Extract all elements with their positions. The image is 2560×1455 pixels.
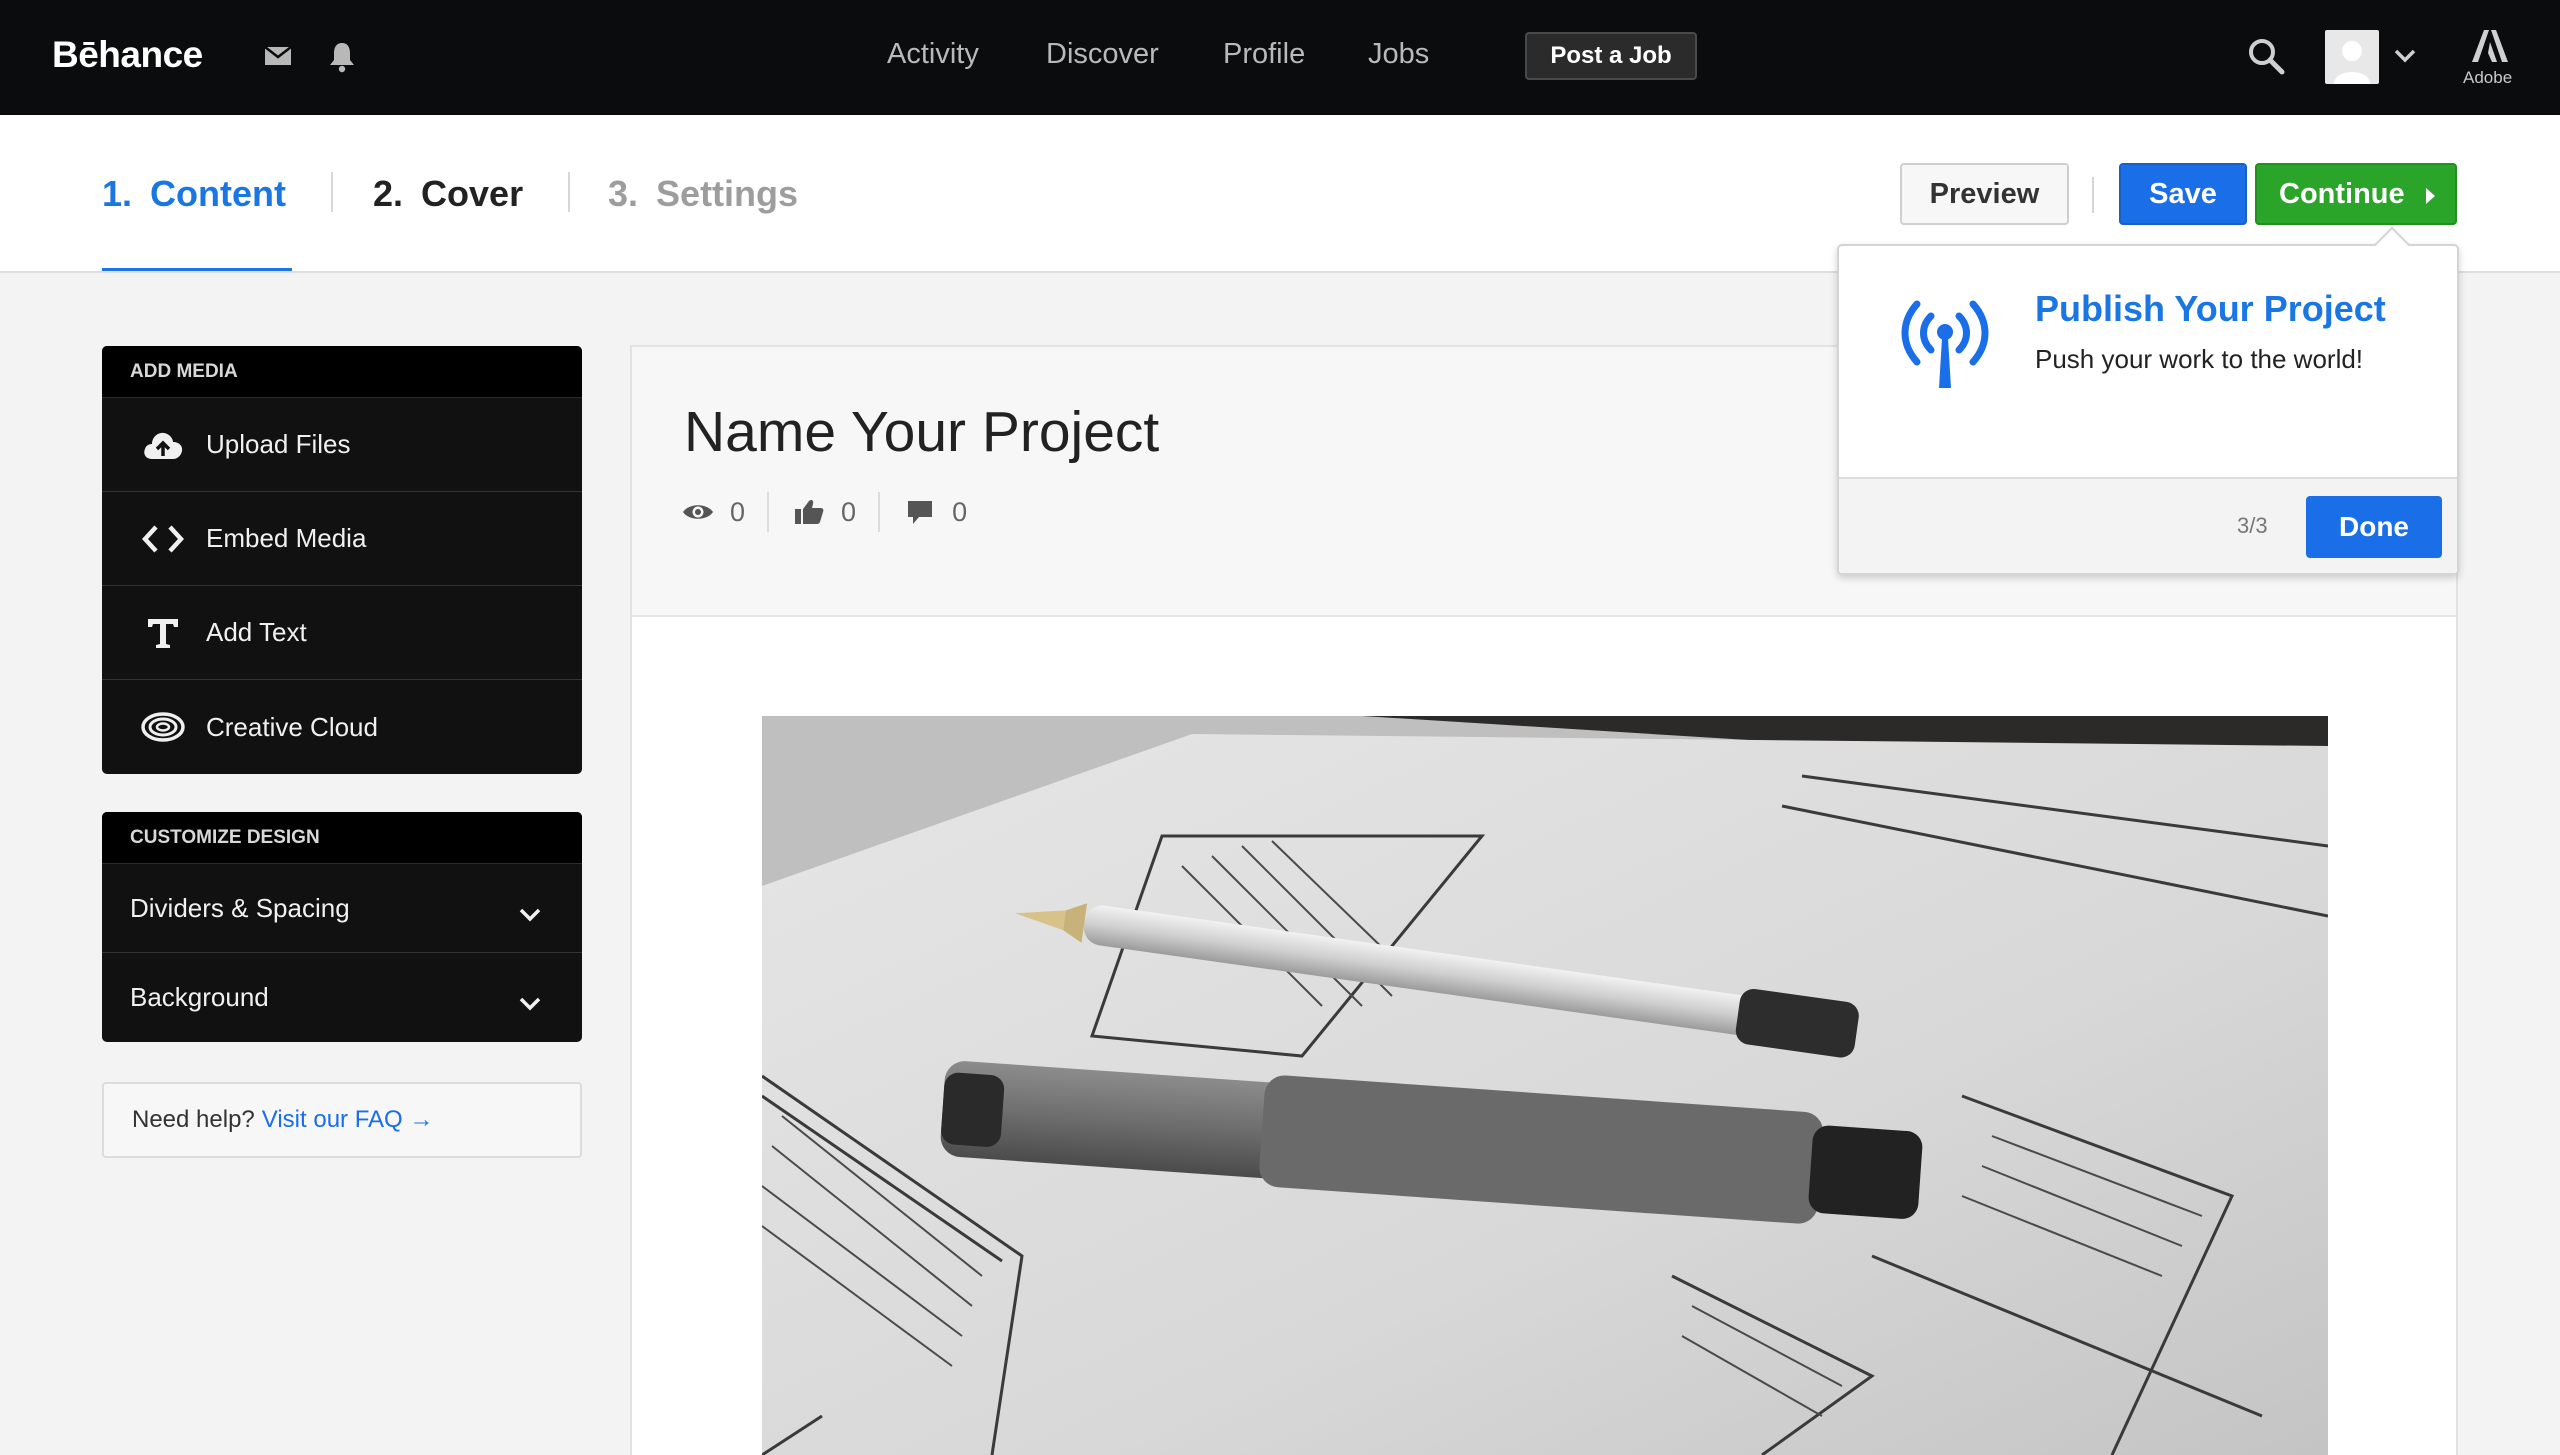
project-stats: 0 0 0 bbox=[680, 492, 989, 532]
continue-label: Continue bbox=[2279, 177, 2405, 210]
creative-cloud-icon bbox=[140, 707, 186, 747]
broadcast-antenna-icon bbox=[1893, 290, 1997, 399]
faq-link[interactable]: Visit our FAQ → bbox=[262, 1106, 434, 1134]
preview-button[interactable]: Preview bbox=[1900, 163, 2069, 225]
text-t-icon bbox=[140, 613, 186, 653]
add-media-panel: ADD MEDIA Upload Files Embed Media Add T… bbox=[102, 346, 582, 774]
add-media-heading: ADD MEDIA bbox=[102, 346, 582, 398]
step-cover[interactable]: 2. Cover bbox=[373, 173, 523, 215]
views-stat: 0 bbox=[680, 492, 770, 532]
nav-activity[interactable]: Activity bbox=[887, 38, 979, 71]
step-label: Cover bbox=[421, 173, 524, 214]
menu-item-label: Embed Media bbox=[206, 523, 367, 553]
button-divider bbox=[2092, 177, 2094, 213]
adobe-label: Adobe bbox=[2463, 68, 2513, 87]
appreciations-stat: 0 bbox=[769, 492, 881, 532]
chevron-down-icon bbox=[518, 988, 542, 1019]
chevron-down-icon bbox=[518, 899, 542, 930]
behance-logo[interactable]: Bēhance bbox=[52, 34, 203, 76]
tip-step-count: 3/3 bbox=[2237, 513, 2268, 538]
project-title[interactable]: Name Your Project bbox=[684, 399, 1159, 465]
upload-files-item[interactable]: Upload Files bbox=[102, 398, 582, 492]
nav-jobs[interactable]: Jobs bbox=[1368, 38, 1429, 71]
mail-icon[interactable] bbox=[262, 40, 298, 76]
menu-item-label: Upload Files bbox=[206, 429, 351, 459]
eye-icon bbox=[680, 497, 716, 527]
appreciations-count: 0 bbox=[841, 496, 857, 527]
help-box: Need help? Visit our FAQ → bbox=[102, 1082, 582, 1158]
top-navbar: Bēhance Activity Discover Profile Jobs P… bbox=[0, 0, 2560, 115]
bell-icon[interactable] bbox=[326, 40, 362, 76]
popover-title: Publish Your Project bbox=[2035, 288, 2386, 329]
menu-item-label: Add Text bbox=[206, 617, 307, 647]
step-number: 3. bbox=[608, 173, 639, 214]
avatar[interactable] bbox=[2325, 30, 2379, 84]
project-image[interactable] bbox=[762, 716, 2328, 1455]
dividers-spacing-item[interactable]: Dividers & Spacing bbox=[102, 864, 582, 953]
help-text: Need help? bbox=[132, 1106, 255, 1133]
continue-button[interactable]: Continue bbox=[2255, 163, 2457, 225]
step-number: 1. bbox=[102, 173, 133, 214]
post-job-button[interactable]: Post a Job bbox=[1525, 32, 1697, 80]
customize-design-heading: CUSTOMIZE DESIGN bbox=[102, 812, 582, 864]
publish-tip-popover: Publish Your Project Push your work to t… bbox=[1837, 226, 2459, 575]
popover-footer: 3/3 Done bbox=[1839, 477, 2457, 573]
caret-right-icon bbox=[2426, 188, 2435, 204]
nav-profile[interactable]: Profile bbox=[1223, 38, 1305, 71]
step-settings[interactable]: 3. Settings bbox=[608, 173, 798, 215]
views-count: 0 bbox=[730, 496, 746, 527]
creative-cloud-item[interactable]: Creative Cloud bbox=[102, 680, 582, 774]
popover-subtitle: Push your work to the world! bbox=[2035, 344, 2364, 374]
menu-item-label: Creative Cloud bbox=[206, 711, 378, 742]
code-brackets-icon bbox=[140, 519, 186, 559]
adobe-logo-icon[interactable] bbox=[2470, 28, 2508, 64]
step-divider bbox=[568, 172, 570, 212]
step-label: Content bbox=[150, 173, 286, 214]
comment-bubble-icon bbox=[902, 497, 938, 527]
comments-stat: 0 bbox=[880, 492, 989, 532]
menu-item-label: Dividers & Spacing bbox=[130, 892, 350, 923]
search-icon[interactable] bbox=[2246, 36, 2285, 75]
embed-media-item[interactable]: Embed Media bbox=[102, 492, 582, 586]
menu-item-label: Background bbox=[130, 982, 269, 1012]
add-text-item[interactable]: Add Text bbox=[102, 586, 582, 680]
step-label: Settings bbox=[656, 173, 799, 214]
save-button[interactable]: Save bbox=[2119, 163, 2247, 225]
nav-discover[interactable]: Discover bbox=[1046, 38, 1159, 71]
cloud-upload-icon bbox=[140, 425, 186, 465]
comments-count: 0 bbox=[952, 496, 968, 527]
active-step-underline bbox=[102, 268, 292, 271]
step-divider bbox=[331, 172, 333, 212]
step-content[interactable]: 1. Content bbox=[102, 173, 286, 215]
customize-design-panel: CUSTOMIZE DESIGN Dividers & Spacing Back… bbox=[102, 812, 582, 1042]
background-item[interactable]: Background bbox=[102, 953, 582, 1042]
chevron-down-icon[interactable] bbox=[2391, 42, 2427, 78]
step-number: 2. bbox=[373, 173, 404, 214]
done-button[interactable]: Done bbox=[2306, 496, 2442, 558]
thumbs-up-icon bbox=[791, 497, 827, 527]
